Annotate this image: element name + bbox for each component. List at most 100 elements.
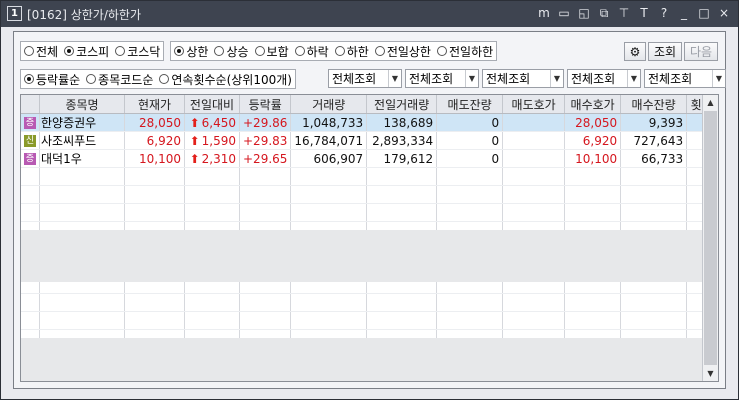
- empty-cell: [366, 311, 438, 330]
- column-header[interactable]: 매도잔량: [436, 95, 504, 114]
- limit-radio[interactable]: 상승: [214, 43, 249, 60]
- query-button[interactable]: 조회: [648, 42, 682, 61]
- next-button[interactable]: 다음: [684, 42, 718, 61]
- cell-volume: 1,048,733: [290, 113, 368, 132]
- scroll-down-arrow[interactable]: ▼: [703, 366, 718, 381]
- table-row[interactable]: 증 대덕1우 10,100 ⬆ 2,310 +29.65 606,907 179,612 0 10…: [21, 149, 718, 168]
- filter-select[interactable]: 전체조회 ▼: [644, 69, 726, 88]
- stock-name[interactable]: 대덕1우: [39, 149, 125, 168]
- empty-cell: [39, 203, 125, 222]
- empty-cell: [21, 185, 40, 204]
- empty-cell: [564, 293, 622, 312]
- filter-select[interactable]: 전체조회 ▼: [405, 69, 479, 88]
- cell-price: 10,100: [124, 149, 185, 168]
- empty-cell: [239, 167, 292, 186]
- vertical-scrollbar[interactable]: ▲ ▼: [702, 95, 718, 381]
- radio-label: 연속횟수순(상위100개): [171, 72, 292, 87]
- sort-radio[interactable]: 연속횟수순(상위100개): [159, 71, 292, 88]
- column-header[interactable]: 종목명: [39, 95, 125, 114]
- market-radio[interactable]: 코스닥: [115, 43, 160, 60]
- sort-radio[interactable]: 등락률순: [24, 71, 80, 88]
- filter-select[interactable]: 전체조회 ▼: [482, 69, 564, 88]
- stock-name[interactable]: 사조씨푸드: [39, 131, 125, 150]
- stock-name[interactable]: 한양증권우: [39, 113, 125, 132]
- empty-cell: [366, 185, 438, 204]
- empty-cell: [502, 293, 566, 312]
- empty-cell: [239, 311, 292, 330]
- text-icon[interactable]: T: [636, 5, 652, 21]
- column-header[interactable]: 매수잔량: [620, 95, 688, 114]
- cell-ask-qty: 0: [436, 149, 504, 168]
- close-icon[interactable]: ×: [716, 5, 732, 21]
- scroll-up-arrow[interactable]: ▲: [703, 95, 718, 110]
- column-header[interactable]: 거래량: [290, 95, 368, 114]
- column-header[interactable]: 등락률: [239, 95, 292, 114]
- radio-circle-icon: [214, 46, 225, 56]
- cell-bid-qty: 66,733: [620, 149, 688, 168]
- limit-radio[interactable]: 하한: [334, 43, 369, 60]
- radio-circle-icon: [436, 46, 447, 56]
- pin-icon[interactable]: ⊤: [616, 5, 632, 21]
- chevron-down-icon[interactable]: ▼: [550, 70, 563, 87]
- radio-circle-icon: [24, 74, 34, 84]
- radio-label: 전체: [36, 44, 59, 59]
- maximize-icon[interactable]: □: [696, 5, 712, 21]
- chevron-down-icon[interactable]: ▼: [627, 70, 640, 87]
- table-row[interactable]: 증 한양증권우 28,050 ⬆ 6,450 +29.86 1,048,733 138,689…: [21, 113, 718, 132]
- market-radio[interactable]: 코스피: [64, 43, 109, 60]
- column-header[interactable]: 전일대비: [184, 95, 240, 114]
- radio-circle-icon: [254, 46, 265, 56]
- empty-cell: [39, 185, 125, 204]
- limit-radio[interactable]: 보합: [254, 43, 289, 60]
- cell-prev-volume: 179,612: [366, 149, 438, 168]
- column-header[interactable]: 현재가: [124, 95, 185, 114]
- empty-cell: [124, 293, 185, 312]
- stock-type-badge: 증: [24, 117, 36, 129]
- sort-radio[interactable]: 종목코드순: [86, 71, 153, 88]
- radio-label: 코스피: [76, 44, 110, 59]
- market-radio[interactable]: 전체: [24, 43, 58, 60]
- radio-circle-icon: [334, 46, 345, 56]
- cell-bid-price: 6,920: [564, 131, 622, 150]
- up-arrow-icon: ⬆: [189, 115, 200, 130]
- chevron-down-icon[interactable]: ▼: [465, 70, 478, 87]
- row-band: [21, 230, 703, 282]
- limit-radio[interactable]: 전일상한: [374, 43, 431, 60]
- window-title: [0162] 상한가/하한가: [27, 8, 142, 22]
- filter-select[interactable]: 전체조회 ▼: [567, 69, 641, 88]
- empty-cell: [184, 185, 240, 204]
- empty-cell: [620, 311, 688, 330]
- limit-radio[interactable]: 하락: [294, 43, 329, 60]
- copy-icon[interactable]: ⧉: [596, 5, 612, 21]
- filter-select[interactable]: 전체조회 ▼: [328, 69, 402, 88]
- title-bar-icons: m ▭ ◱ ⧉ ⊤ T? _ □ ×: [536, 5, 732, 21]
- column-header[interactable]: 전일거래량: [366, 95, 438, 114]
- market-radio-group: 전체 코스피 코스닥: [20, 41, 165, 61]
- empty-cell: [21, 293, 40, 312]
- radio-label: 하한: [346, 44, 369, 59]
- column-header[interactable]: 매도호가: [502, 95, 566, 114]
- empty-cell: [39, 311, 125, 330]
- up-arrow-icon: ⬆: [189, 151, 200, 166]
- column-header[interactable]: 매수호가: [564, 95, 622, 114]
- window-number[interactable]: 1: [7, 6, 22, 21]
- settings-button[interactable]: ⚙: [624, 42, 646, 61]
- radio-label: 등락률순: [36, 72, 81, 87]
- badge-cell: 증: [21, 113, 40, 132]
- table-row[interactable]: 신 사조씨푸드 6,920 ⬆ 1,590 +29.83 16,784,071 2,893,3…: [21, 131, 718, 150]
- empty-cell: [184, 311, 240, 330]
- stock-window: 1 [0162] 상한가/하한가 m ▭ ◱ ⧉ ⊤ T? _ □ × 전체 코스피 코스닥 상한 상…: [0, 0, 739, 400]
- help-icon[interactable]: ?: [656, 5, 672, 21]
- limit-radio[interactable]: 전일하한: [436, 43, 493, 60]
- m-icon[interactable]: m: [536, 5, 552, 21]
- scroll-thumb[interactable]: [704, 111, 717, 365]
- empty-cell: [502, 185, 566, 204]
- radio-circle-icon: [374, 46, 385, 56]
- chevron-down-icon[interactable]: ▼: [388, 70, 401, 87]
- limit-radio[interactable]: 상한: [174, 43, 208, 60]
- restore-icon[interactable]: ◱: [576, 5, 592, 21]
- chevron-down-icon[interactable]: ▼: [712, 70, 725, 87]
- empty-cell: [564, 311, 622, 330]
- screen-icon[interactable]: ▭: [556, 5, 572, 21]
- minimize-icon[interactable]: _: [676, 5, 692, 21]
